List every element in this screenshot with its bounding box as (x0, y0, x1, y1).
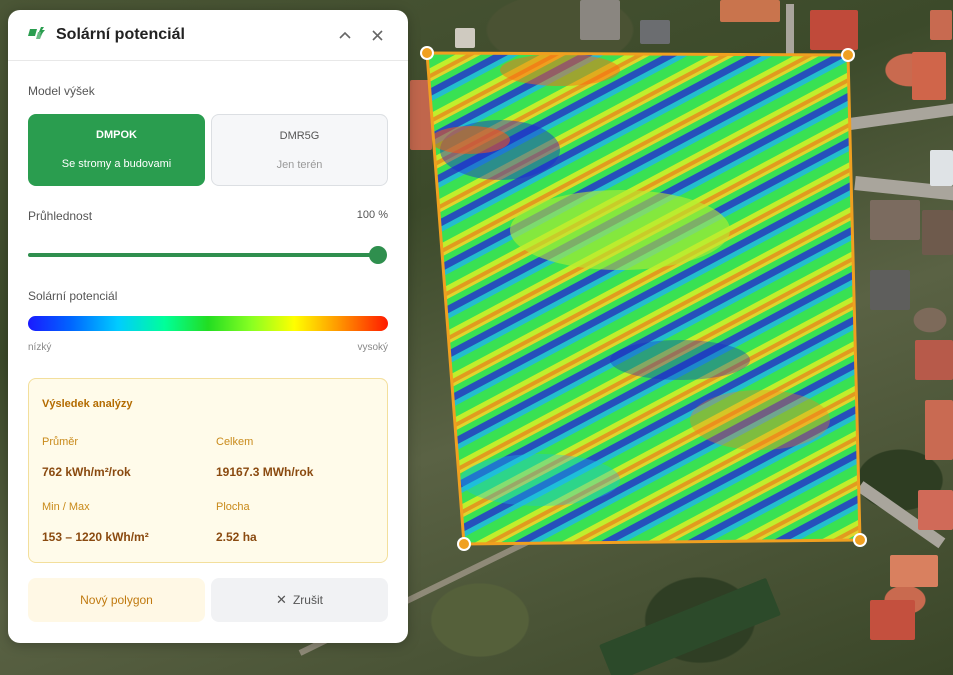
chevron-up-icon (339, 31, 351, 39)
legend-high-label: vysoký (357, 342, 388, 353)
legend-low-label: nízký (28, 342, 52, 353)
model-label: Model výšek (28, 84, 95, 98)
area-label: Plocha (216, 501, 250, 513)
minmax-value: 153 – 1220 kWh/m² (42, 530, 149, 544)
cancel-label: Zrušit (292, 593, 323, 607)
heatmap-raster (427, 53, 860, 544)
minmax-label: Min / Max (42, 501, 90, 513)
new-polygon-label: Nový polygon (80, 593, 153, 607)
legend-label: Solární potenciál (28, 289, 118, 303)
polygon-vertex-handle[interactable] (853, 533, 867, 547)
total-label: Celkem (216, 436, 254, 448)
opacity-label: Průhlednost (28, 209, 93, 223)
polygon-vertex-handle[interactable] (457, 537, 471, 551)
solar-potential-panel: Solární potenciál Model výšek DMPOK Se s… (8, 10, 408, 643)
collapse-button[interactable] (334, 24, 356, 46)
analysis-result-box: Výsledek analýzy Průměr 762 kWh/m²/rok C… (28, 378, 388, 563)
total-value: 19167.3 MWh/rok (216, 465, 314, 479)
opacity-slider[interactable] (28, 246, 388, 264)
area-value: 2.52 ha (216, 530, 257, 544)
opacity-slider-thumb[interactable] (369, 246, 387, 264)
solar-panel-icon (28, 27, 45, 39)
opacity-value: 100 % (356, 209, 388, 221)
cancel-button[interactable]: ✕ Zrušit (211, 578, 388, 622)
model-code: DMR5G (279, 130, 320, 142)
new-polygon-button[interactable]: Nový polygon (28, 578, 205, 622)
model-description: Jen terén (276, 159, 323, 171)
panel-title: Solární potenciál (56, 26, 185, 43)
panel-header: Solární potenciál (8, 10, 408, 61)
model-button-dmpok[interactable]: DMPOK Se stromy a budovami (28, 114, 205, 186)
polygon-vertex-handle[interactable] (841, 48, 855, 62)
polygon-vertex-handle[interactable] (420, 46, 434, 60)
model-description: Se stromy a budovami (61, 158, 172, 170)
close-icon (371, 29, 383, 41)
solar-legend-gradient (28, 316, 388, 331)
result-title: Výsledek analýzy (42, 398, 133, 410)
mean-label: Průměr (42, 436, 79, 448)
opacity-slider-track[interactable] (28, 253, 378, 257)
model-button-dmr5g[interactable]: DMR5G Jen terén (211, 114, 388, 186)
close-button[interactable] (366, 24, 388, 46)
model-code: DMPOK (96, 129, 137, 141)
mean-value: 762 kWh/m²/rok (42, 465, 131, 479)
x-icon: ✕ (276, 592, 287, 607)
